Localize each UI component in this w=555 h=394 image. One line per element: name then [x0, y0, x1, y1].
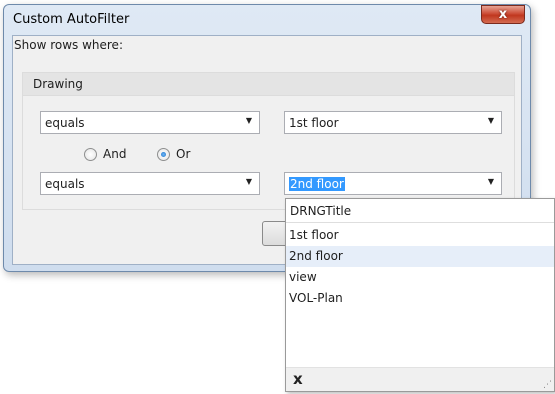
chevron-down-icon[interactable]: ▼: [488, 177, 494, 186]
and-radio[interactable]: [84, 148, 97, 161]
chevron-down-icon[interactable]: ▼: [488, 116, 494, 125]
list-item[interactable]: VOL-Plan: [286, 288, 554, 309]
chevron-down-icon[interactable]: ▼: [246, 177, 252, 186]
dropdown-header-label: DRNGTitle: [290, 204, 352, 218]
dropdown-footer: x ⋰: [286, 367, 554, 391]
show-rows-label: Show rows where:: [14, 38, 123, 52]
operator-select-2[interactable]: equals ▼: [40, 172, 260, 195]
operator-value-2: equals: [45, 177, 85, 191]
value-text-2[interactable]: 2nd floor: [289, 177, 345, 191]
resize-grip-icon[interactable]: ⋰: [543, 380, 552, 390]
value-text-1: 1st floor: [289, 116, 339, 130]
or-radio[interactable]: [157, 148, 170, 161]
dialog-title: Custom AutoFilter: [13, 12, 130, 27]
dropdown-items: 1st floor 2nd floor view VOL-Plan: [286, 225, 554, 309]
clear-icon[interactable]: x: [293, 370, 303, 388]
chevron-down-icon[interactable]: ▼: [246, 116, 252, 125]
list-item-selected[interactable]: 2nd floor: [286, 246, 554, 267]
and-radio-label[interactable]: And: [103, 147, 126, 161]
close-icon: x: [498, 7, 508, 22]
or-radio-label[interactable]: Or: [176, 147, 190, 161]
close-button[interactable]: x: [481, 5, 525, 24]
list-item[interactable]: 1st floor: [286, 225, 554, 246]
operator-value-1: equals: [45, 116, 85, 130]
operator-select-1[interactable]: equals ▼: [40, 111, 260, 134]
title-bar[interactable]: Custom AutoFilter x: [4, 5, 530, 35]
value-select-2[interactable]: 2nd floor ▼: [284, 172, 502, 195]
dropdown-column-header: DRNGTitle: [286, 199, 554, 223]
group-header: Drawing: [22, 72, 515, 96]
value-dropdown-list: DRNGTitle 1st floor 2nd floor view VOL-P…: [285, 198, 555, 392]
value-select-1[interactable]: 1st floor ▼: [284, 111, 502, 134]
list-item[interactable]: view: [286, 267, 554, 288]
column-name-label: Drawing: [33, 77, 83, 91]
